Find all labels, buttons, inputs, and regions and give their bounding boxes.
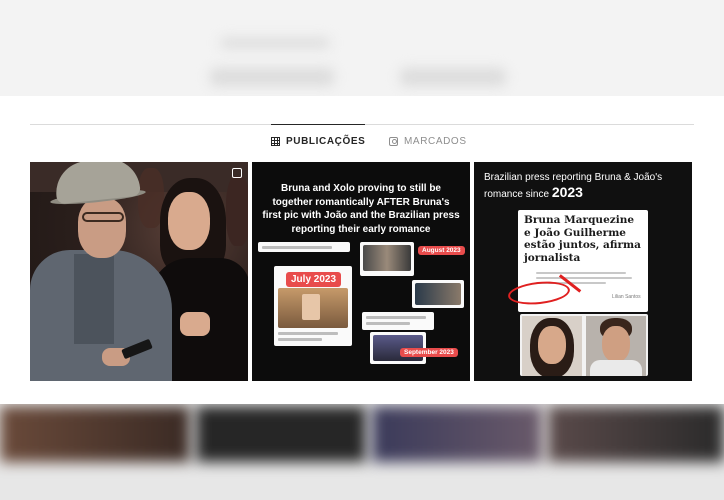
tab-label: MARCADOS [404,136,467,147]
woman-hands [180,312,210,336]
text-line [262,246,332,249]
post-thumbnail-collage[interactable]: Bruna and Xolo proving to still be toget… [252,162,470,381]
blurred-header [0,0,724,96]
article-author: Lilian Santos [612,294,641,300]
shirt [590,360,642,376]
article-headline: Bruna Marquezine e João Guilherme estão … [524,214,641,264]
tab-label: PUBLICAÇÕES [286,136,366,147]
blurred-footer [0,404,724,500]
man-shirt [74,254,114,344]
profile-posts-panel: PUBLICAÇÕES MARCADOS Bruna and Xolo prov… [0,96,724,404]
post-thumbnail-photo[interactable] [30,162,248,381]
tagged-icon [389,137,398,146]
face [602,326,630,362]
label-september: September 2023 [400,348,458,357]
tab-marcados[interactable]: MARCADOS [389,136,467,147]
screenshot-text [362,312,434,330]
text-line [366,322,410,325]
blurred-tile [372,406,542,462]
glasses [82,212,124,222]
label-july: July 2023 [286,272,342,287]
profile-tabs: PUBLICAÇÕES MARCADOS [0,124,724,152]
post-thumbnail-article[interactable]: Brazilian press reporting Bruna & João's… [474,162,692,381]
article-photos [520,314,648,376]
text-line [278,338,322,341]
man-face [78,198,126,258]
blurred-tile [0,406,190,462]
blurred-ghost [220,38,330,48]
man-photo [586,316,646,376]
post-caption-text: Brazilian press reporting Bruna & João's… [484,170,689,202]
grid-icon [271,137,280,146]
photo-placeholder [302,294,320,320]
tab-publicacoes[interactable]: PUBLICAÇÕES [271,124,366,147]
screenshot-august-post [360,242,414,276]
background-person [226,176,248,246]
photo-placeholder [415,283,461,305]
screenshot-header [258,242,350,252]
face [538,326,566,364]
text-line [366,316,426,319]
multiple-images-icon [232,168,242,178]
screenshot-image [412,280,464,308]
label-august: August 2023 [418,246,465,255]
text-line [278,332,338,335]
photo-placeholder [363,245,411,271]
blurred-ghost [210,68,334,86]
woman-face [168,192,210,250]
post-caption-text: Bruna and Xolo proving to still be toget… [262,183,460,235]
blurred-ghost [400,68,506,86]
caption-year: 2023 [551,184,583,200]
blurred-tile [196,406,366,462]
woman-photo [522,316,582,376]
blurred-tile [548,406,724,462]
